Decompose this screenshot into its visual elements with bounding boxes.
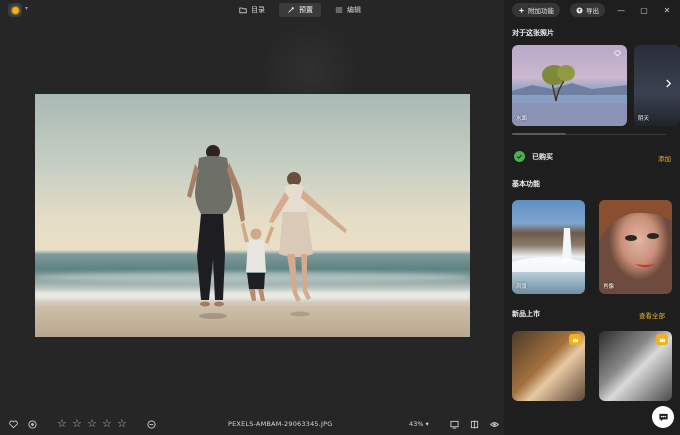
maximize-button[interactable]: ▢	[637, 3, 651, 17]
purchased-title: 已购买	[532, 153, 553, 161]
rating-star-5[interactable]: ☆	[117, 417, 127, 431]
chat-bubble-icon	[658, 413, 668, 421]
waterfall-thumbnail	[512, 228, 585, 272]
title-bar: ▾ 目录 预置 编辑 附加功能 导出 — ▢ ✕	[0, 0, 680, 20]
bottom-bar: ☆ ☆ ☆ ☆ ☆ PEXELS-AMBAM-29063345.JPG 43% …	[0, 414, 504, 435]
carousel-track	[566, 134, 666, 135]
new-arrivals-title: 新品上市	[512, 310, 540, 318]
tab-edit-label: 编辑	[347, 6, 361, 14]
folder-icon	[239, 7, 247, 14]
about-photo-title: 对于这张照片	[512, 29, 554, 37]
premium-badge	[656, 334, 668, 345]
app-logo-button[interactable]	[8, 3, 22, 17]
preset-card-water[interactable]: 水面	[512, 45, 627, 126]
rating-star-4[interactable]: ☆	[102, 417, 112, 431]
file-name: PEXELS-AMBAM-29063345.JPG	[228, 420, 333, 428]
export-icon	[576, 6, 583, 14]
chat-support-button[interactable]	[652, 406, 674, 428]
purchased-icon	[514, 151, 525, 162]
zoom-value: 43%	[409, 420, 424, 428]
mode-tabs: 目录 预置 编辑	[231, 3, 369, 17]
chevron-down-icon[interactable]: ▾	[25, 5, 28, 12]
preview-eye-icon[interactable]	[489, 419, 499, 429]
sun-logo-icon	[11, 6, 19, 14]
favorite-heart-icon[interactable]	[8, 419, 18, 429]
addons-label: 附加功能	[528, 7, 554, 15]
main-photo[interactable]	[35, 94, 470, 337]
info-panel-icon[interactable]	[449, 419, 459, 429]
sliders-icon	[335, 7, 343, 13]
rating-star-2[interactable]: ☆	[72, 417, 82, 431]
rating-star-1[interactable]: ☆	[57, 417, 67, 431]
rating-star-3[interactable]: ☆	[87, 417, 97, 431]
tab-presets-label: 预置	[299, 6, 313, 14]
tab-catalog[interactable]: 目录	[231, 3, 273, 17]
premium-badge	[569, 334, 581, 345]
export-button[interactable]: 导出	[570, 3, 605, 17]
carousel-progress	[512, 133, 566, 135]
preset-card-landscape-label: 风景	[516, 284, 528, 290]
portrait-thumbnail	[599, 200, 672, 267]
compare-split-icon[interactable]	[469, 419, 479, 429]
right-panel: 对于这张照片 水面 阴天 已购买 添加 基本功能 风景 肖像 新品上市 查看全部	[504, 20, 680, 435]
magic-wand-icon	[288, 7, 294, 13]
zoom-select[interactable]: 43% ▾	[409, 420, 429, 428]
view-all-link[interactable]: 查看全部	[639, 310, 665, 320]
tree-thumbnail	[512, 65, 627, 126]
chevron-right-icon[interactable]	[664, 79, 673, 88]
heart-icon[interactable]	[614, 50, 621, 57]
close-button[interactable]: ✕	[660, 3, 674, 17]
new-card-driver[interactable]	[512, 331, 585, 401]
checkmark-icon	[517, 154, 522, 159]
crown-icon	[572, 337, 578, 342]
add-link[interactable]: 添加	[658, 153, 671, 163]
preset-card-overcast[interactable]: 阴天	[634, 45, 680, 126]
color-label-icon[interactable]	[146, 419, 156, 429]
preset-card-landscape[interactable]: 风景	[512, 200, 585, 294]
tab-edit[interactable]: 编辑	[327, 3, 369, 17]
tab-catalog-label: 目录	[251, 6, 265, 14]
addons-button[interactable]: 附加功能	[512, 3, 560, 17]
crown-icon	[659, 337, 665, 342]
sparkle-icon	[518, 6, 525, 14]
basic-features-title: 基本功能	[512, 180, 540, 188]
preset-card-portrait[interactable]: 肖像	[599, 200, 672, 294]
export-label: 导出	[586, 7, 599, 15]
preset-card-overcast-label: 阴天	[638, 116, 650, 122]
preset-card-portrait-label: 肖像	[603, 284, 615, 290]
tab-presets[interactable]: 预置	[279, 3, 321, 17]
preset-card-water-label: 水面	[516, 116, 528, 122]
family-silhouette	[187, 145, 347, 319]
new-card-hands[interactable]	[599, 331, 672, 401]
minimize-button[interactable]: —	[614, 3, 628, 17]
reject-flag-icon[interactable]	[27, 419, 37, 429]
